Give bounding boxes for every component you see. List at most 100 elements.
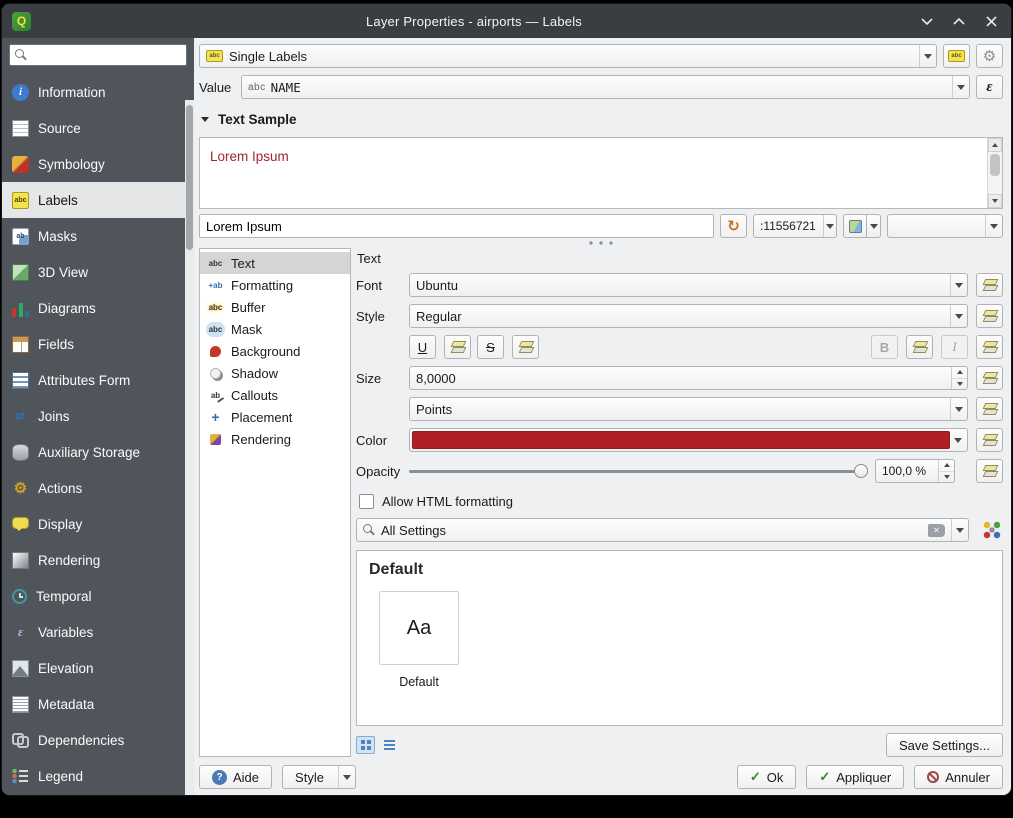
expression-builder-button[interactable]: ε — [976, 75, 1003, 99]
color-override-button[interactable] — [976, 428, 1003, 452]
size-spinbox[interactable]: 8,0000 — [409, 366, 968, 390]
sidebar-item-variables[interactable]: Variables — [2, 614, 185, 650]
tab-rendering[interactable]: Rendering — [200, 428, 350, 450]
style-menu-button[interactable]: Style — [282, 765, 356, 789]
label-mode-select[interactable]: Single Labels — [199, 44, 937, 68]
close-button[interactable] — [981, 11, 1001, 31]
sidebar-item-auxiliary-storage[interactable]: Auxiliary Storage — [2, 434, 185, 470]
font-style-select[interactable]: Regular — [409, 304, 968, 328]
sidebar-item-temporal[interactable]: Temporal — [2, 578, 185, 614]
apply-button[interactable]: Appliquer — [806, 765, 904, 789]
tab-shadow[interactable]: Shadow — [200, 362, 350, 384]
font-select[interactable]: Ubuntu — [409, 273, 968, 297]
size-units-select[interactable]: Points — [409, 397, 968, 421]
style-override-button[interactable] — [976, 304, 1003, 328]
sidebar-item-information[interactable]: Information — [2, 74, 185, 110]
icon-view-button[interactable] — [356, 736, 375, 754]
strikethrough-override-button[interactable] — [512, 335, 539, 359]
bold-override-button[interactable] — [906, 335, 933, 359]
value-field-select[interactable]: abc NAME — [241, 75, 970, 99]
titlebar[interactable]: Q Layer Properties - airports — Labels — [2, 4, 1011, 38]
size-decrease-button[interactable] — [952, 379, 967, 390]
engine-settings-button[interactable] — [976, 44, 1003, 68]
font-style-value: Regular — [416, 309, 462, 324]
tab-mask[interactable]: Mask — [200, 318, 350, 340]
preview-scrollbar[interactable] — [987, 138, 1002, 208]
sidebar-item-metadata[interactable]: Metadata — [2, 686, 185, 722]
scroll-down-button[interactable] — [988, 194, 1002, 208]
opacity-override-button[interactable] — [976, 459, 1003, 483]
font-color-button[interactable] — [409, 428, 968, 452]
sidebar-item-labels[interactable]: Labels — [2, 182, 185, 218]
sidebar-item-display[interactable]: Display — [2, 506, 185, 542]
opacity-slider[interactable] — [409, 461, 868, 481]
sidebar-item-symbology[interactable]: Symbology — [2, 146, 185, 182]
opacity-increase-button[interactable] — [939, 460, 954, 472]
shade-button[interactable] — [917, 11, 937, 31]
text-sample-preview[interactable]: Lorem Ipsum — [199, 137, 1003, 209]
allow-html-checkbox[interactable] — [359, 494, 374, 509]
sidebar-item-fields[interactable]: Fields — [2, 326, 185, 362]
text-sample-title: Text Sample — [218, 112, 297, 127]
window-title: Layer Properties - airports — Labels — [31, 14, 917, 29]
splitter-handle[interactable] — [199, 238, 1003, 248]
maximize-button[interactable] — [949, 11, 969, 31]
scrollbar-handle[interactable] — [990, 154, 1000, 176]
style-manager-icon[interactable] — [982, 520, 1003, 541]
scroll-up-button[interactable] — [988, 138, 1002, 152]
opacity-decrease-button[interactable] — [939, 472, 954, 483]
settings-search-select[interactable]: All Settings — [356, 518, 969, 542]
sidebar-item-label: Variables — [38, 625, 93, 640]
clear-search-icon[interactable] — [928, 524, 945, 537]
tab-formatting[interactable]: Formatting — [200, 274, 350, 296]
size-increase-button[interactable] — [952, 367, 967, 379]
sidebar-item-masks[interactable]: Masks — [2, 218, 185, 254]
sidebar-item-source[interactable]: Source — [2, 110, 185, 146]
underline-override-button[interactable] — [444, 335, 471, 359]
text-sample-section-toggle[interactable]: Text Sample — [201, 112, 1003, 127]
scrollbar-track[interactable] — [988, 152, 1002, 194]
sidebar-search[interactable] — [9, 44, 187, 66]
canvas-scale-menu-button[interactable] — [866, 214, 881, 238]
sidebar-item-diagrams[interactable]: Diagrams — [2, 290, 185, 326]
sidebar-search-input[interactable] — [31, 48, 181, 62]
tab-buffer[interactable]: Buffer — [200, 296, 350, 318]
tab-callouts[interactable]: Callouts — [200, 384, 350, 406]
default-style-card[interactable]: Aa — [379, 591, 459, 665]
font-override-button[interactable] — [976, 273, 1003, 297]
sidebar-item-3d-view[interactable]: 3D View — [2, 254, 185, 290]
reset-sample-button[interactable]: ↻ — [720, 214, 747, 238]
automated-placement-button[interactable] — [943, 44, 970, 68]
set-canvas-scale-button[interactable] — [843, 214, 867, 238]
save-settings-button[interactable]: Save Settings... — [886, 733, 1003, 757]
strikethrough-button[interactable]: S — [477, 335, 504, 359]
bold-button[interactable]: B — [871, 335, 898, 359]
sidebar-item-joins[interactable]: Joins — [2, 398, 185, 434]
size-override-button[interactable] — [976, 366, 1003, 390]
sample-text-input[interactable] — [199, 214, 714, 238]
sidebar-scrollbar[interactable] — [185, 100, 194, 795]
list-view-button[interactable] — [380, 736, 399, 754]
tab-placement[interactable]: Placement — [200, 406, 350, 428]
tab-text[interactable]: Text — [200, 252, 350, 274]
tab-background[interactable]: Background — [200, 340, 350, 362]
preview-background-select[interactable] — [887, 214, 1003, 238]
slider-track[interactable] — [409, 470, 868, 473]
sidebar-item-attributes-form[interactable]: Attributes Form — [2, 362, 185, 398]
slider-handle[interactable] — [854, 464, 868, 478]
sidebar-item-actions[interactable]: Actions — [2, 470, 185, 506]
sample-scale-select[interactable]: :11556721 — [753, 214, 837, 238]
units-override-button[interactable] — [976, 397, 1003, 421]
help-button[interactable]: Aide — [199, 765, 272, 789]
italic-override-button[interactable] — [976, 335, 1003, 359]
sidebar-item-rendering[interactable]: Rendering — [2, 542, 185, 578]
sidebar-scrollbar-handle[interactable] — [186, 105, 193, 250]
italic-button[interactable]: I — [941, 335, 968, 359]
sidebar-item-legend[interactable]: Legend — [2, 758, 185, 794]
sidebar-item-elevation[interactable]: Elevation — [2, 650, 185, 686]
cancel-button[interactable]: Annuler — [914, 765, 1003, 789]
underline-button[interactable]: U — [409, 335, 436, 359]
sidebar-item-dependencies[interactable]: Dependencies — [2, 722, 185, 758]
ok-button[interactable]: Ok — [737, 765, 797, 789]
opacity-spinbox[interactable]: 100,0 % — [875, 459, 955, 483]
